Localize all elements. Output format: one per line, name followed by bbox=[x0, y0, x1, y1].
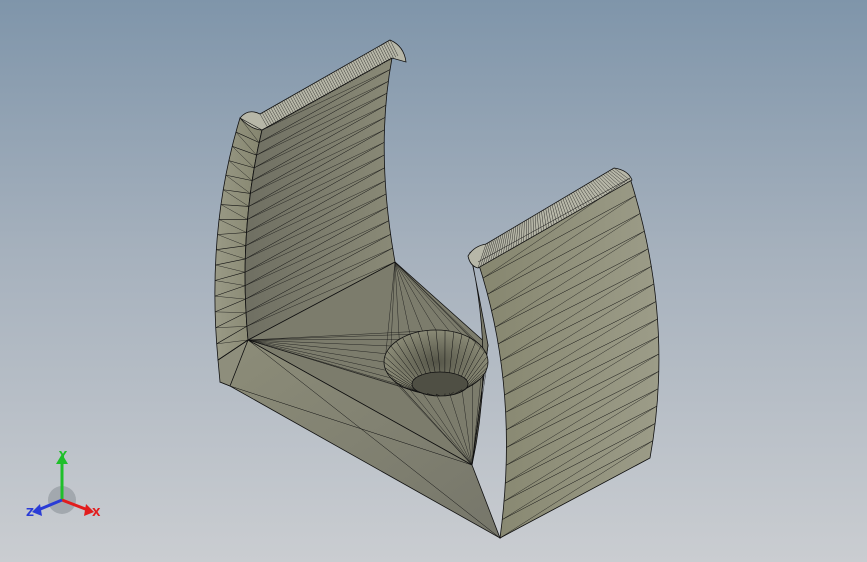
graphics-viewport[interactable]: Y X Z bbox=[0, 0, 867, 562]
z-axis-label: Z bbox=[26, 506, 34, 519]
x-axis-label: X bbox=[92, 506, 101, 519]
pipe-clip-model[interactable] bbox=[0, 0, 867, 562]
orientation-triad[interactable]: Y X Z bbox=[22, 448, 106, 524]
y-axis-label: Y bbox=[58, 449, 68, 462]
